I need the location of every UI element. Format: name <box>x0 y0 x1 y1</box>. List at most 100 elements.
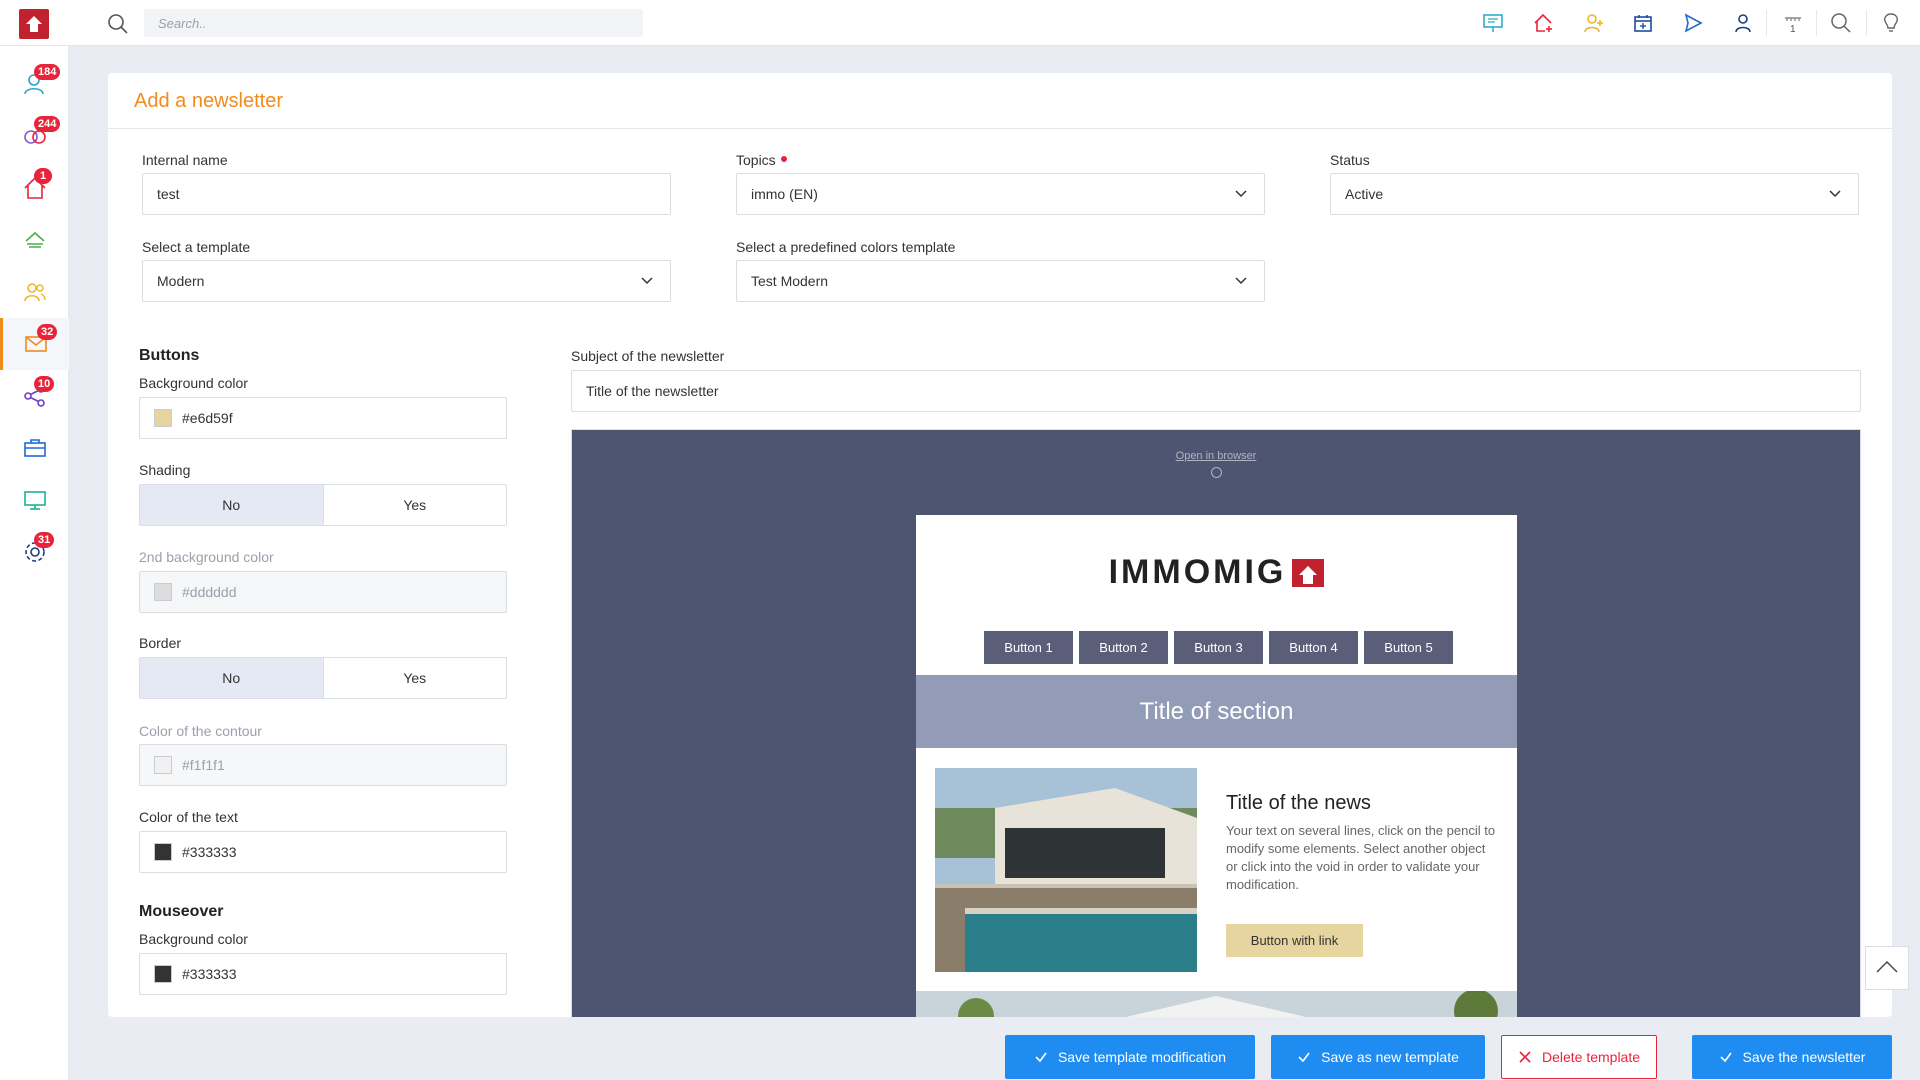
contour-color-label: Color of the contour <box>139 723 262 739</box>
add-calendar-icon[interactable] <box>1630 10 1656 36</box>
save-as-new-template-label: Save as new template <box>1321 1049 1459 1065</box>
delete-template-label: Delete template <box>1541 1049 1641 1065</box>
email-section-title[interactable]: Title of section <box>916 675 1517 748</box>
sidebar-item-team[interactable] <box>0 266 69 318</box>
team-icon <box>23 283 46 302</box>
status-select[interactable]: Active <box>1330 173 1859 215</box>
scroll-to-top-button[interactable] <box>1865 946 1909 990</box>
border-toggle: No Yes <box>139 657 507 699</box>
color-swatch[interactable] <box>154 409 172 427</box>
second-image[interactable] <box>916 991 1517 1017</box>
border-no-option[interactable]: No <box>140 658 323 698</box>
search-icon[interactable] <box>1828 10 1854 36</box>
email-nav-button[interactable]: Button 4 <box>1269 631 1358 664</box>
search-icon[interactable] <box>106 12 130 36</box>
email-nav-button[interactable]: Button 1 <box>984 631 1073 664</box>
sidebar-item-properties[interactable]: 1 <box>0 162 69 214</box>
delete-template-button[interactable]: Delete template <box>1501 1035 1657 1079</box>
text-color-label: Color of the text <box>139 809 238 825</box>
save-as-new-template-button[interactable]: Save as new template <box>1271 1035 1485 1079</box>
send-icon[interactable] <box>1680 10 1706 36</box>
color-swatch[interactable] <box>154 756 172 774</box>
text-color-input[interactable]: #333333 <box>139 831 507 873</box>
presentation-icon[interactable] <box>1480 10 1506 36</box>
bg-color-value: #e6d59f <box>182 410 233 426</box>
monitor-icon <box>23 491 46 510</box>
lightbulb-icon[interactable] <box>1878 10 1904 36</box>
color-swatch[interactable] <box>154 583 172 601</box>
portfolio-icon <box>23 439 46 457</box>
newsletter-card: Add a newsletter Internal name test Topi… <box>108 73 1892 1017</box>
sidebar-item-matches[interactable]: 244 <box>0 110 69 162</box>
badge-mail: 32 <box>37 324 58 340</box>
news-text[interactable]: Your text on several lines, click on the… <box>1226 822 1496 894</box>
chevron-down-icon <box>1235 190 1247 198</box>
badge-contacts: 184 <box>34 64 61 80</box>
color-swatch[interactable] <box>154 965 172 983</box>
subject-label: Subject of the newsletter <box>571 348 725 364</box>
topics-label-text: Topics <box>736 152 776 168</box>
check-icon <box>1035 1052 1047 1063</box>
chevron-down-icon <box>641 277 653 285</box>
colors-template-value: Test Modern <box>751 273 829 289</box>
shading-label: Shading <box>139 462 191 478</box>
news-image[interactable] <box>935 768 1197 972</box>
app-logo[interactable] <box>19 9 49 39</box>
template-select[interactable]: Modern <box>142 260 671 302</box>
subject-input[interactable]: Title of the newsletter <box>571 370 1861 412</box>
topics-label: Topics <box>736 152 787 168</box>
bg-color-input[interactable]: #e6d59f <box>139 397 507 439</box>
mouseover-bg-color-input[interactable]: #333333 <box>139 953 507 995</box>
sidebar: 184 244 1 32 10 31 <box>0 46 69 1080</box>
topics-value: immo (EN) <box>751 186 818 202</box>
add-property-icon[interactable] <box>1530 10 1556 36</box>
open-in-browser-link[interactable]: Open in browser <box>572 450 1860 462</box>
news-link-button[interactable]: Button with link <box>1226 924 1363 957</box>
brand-logo[interactable]: IMMOMIG <box>916 553 1517 592</box>
email-body: IMMOMIG Button 1 Button 2 Button 3 Butto… <box>916 515 1517 1017</box>
notifications-icon[interactable]: 1 <box>1780 10 1806 36</box>
mouseover-heading: Mouseover <box>139 903 224 920</box>
shading-no-option[interactable]: No <box>140 485 323 525</box>
color-swatch[interactable] <box>154 843 172 861</box>
global-search-input[interactable] <box>144 9 643 37</box>
email-nav-button[interactable]: Button 5 <box>1364 631 1453 664</box>
sidebar-item-leads[interactable] <box>0 214 69 266</box>
newsletter-preview: Open in browser IMMOMIG Button 1 Button … <box>571 429 1861 1017</box>
bg-color-label: Background color <box>139 375 248 391</box>
required-marker <box>780 156 787 162</box>
subject-value: Title of the newsletter <box>586 383 719 399</box>
email-nav-button[interactable]: Button 3 <box>1174 631 1263 664</box>
chevron-up-icon <box>1876 961 1898 973</box>
user-icon[interactable] <box>1730 10 1756 36</box>
mouseover-bg-color-value: #333333 <box>182 966 237 982</box>
sidebar-item-monitor[interactable] <box>0 474 69 526</box>
sidebar-item-mail[interactable]: 32 <box>0 318 69 370</box>
contour-color-value: #f1f1f1 <box>182 757 225 773</box>
save-template-modification-button[interactable]: Save template modification <box>1005 1035 1255 1079</box>
check-icon <box>1298 1052 1310 1063</box>
notifications-count: 1 <box>1790 24 1796 35</box>
close-icon <box>1519 1051 1531 1063</box>
email-nav-button[interactable]: Button 2 <box>1079 631 1168 664</box>
add-contact-icon[interactable] <box>1580 10 1606 36</box>
info-icon[interactable] <box>1211 467 1222 478</box>
sidebar-item-share[interactable]: 10 <box>0 370 69 422</box>
news-title[interactable]: Title of the news <box>1226 792 1371 815</box>
shading-yes-option[interactable]: Yes <box>322 485 507 525</box>
sidebar-item-contacts[interactable]: 184 <box>0 58 69 110</box>
colors-template-select[interactable]: Test Modern <box>736 260 1265 302</box>
sidebar-item-settings[interactable]: 31 <box>0 526 69 578</box>
bg2-color-input[interactable]: #dddddd <box>139 571 507 613</box>
sidebar-item-portfolio[interactable] <box>0 422 69 474</box>
check-icon <box>1719 1052 1732 1063</box>
internal-name-input[interactable]: test <box>142 173 671 215</box>
status-label: Status <box>1330 152 1370 168</box>
contour-color-input[interactable]: #f1f1f1 <box>139 744 507 786</box>
border-yes-option[interactable]: Yes <box>322 658 507 698</box>
save-newsletter-button[interactable]: Save the newsletter <box>1692 1035 1892 1079</box>
topics-select[interactable]: immo (EN) <box>736 173 1265 215</box>
chevron-down-icon <box>1829 190 1841 198</box>
top-separator <box>1816 10 1817 36</box>
home-logo-icon <box>26 16 42 32</box>
